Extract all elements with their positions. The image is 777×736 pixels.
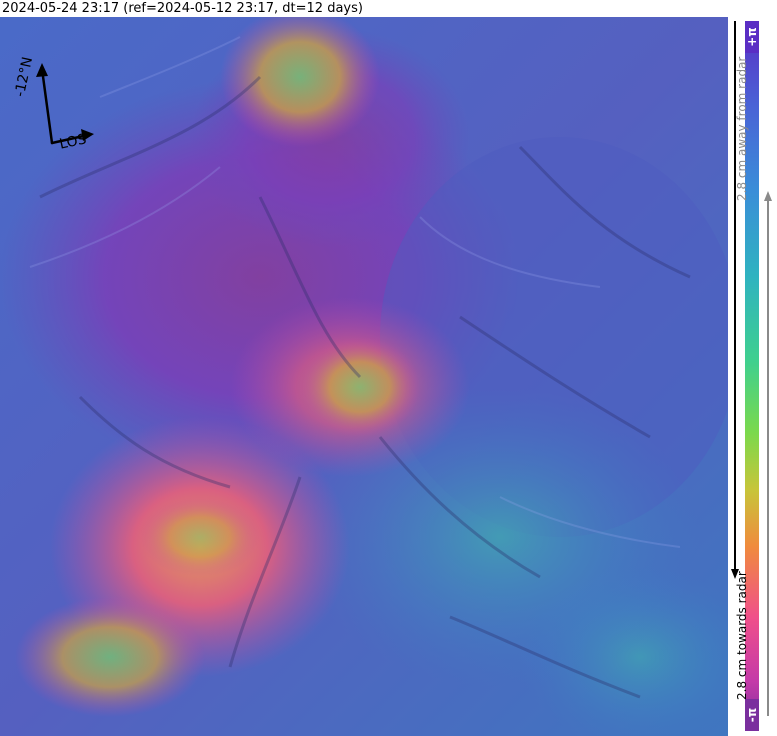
away-arrow-icon	[764, 191, 772, 201]
towards-radar-label: 2.8 cm towards radar	[735, 571, 749, 700]
away-from-radar-label: 2.8 cm away from radar	[735, 56, 749, 201]
interferogram-image	[0, 17, 728, 736]
map-title: 2024-05-24 23:17 (ref=2024-05-12 23:17, …	[2, 1, 363, 16]
interferogram-map: -12°N LOS	[0, 17, 728, 736]
